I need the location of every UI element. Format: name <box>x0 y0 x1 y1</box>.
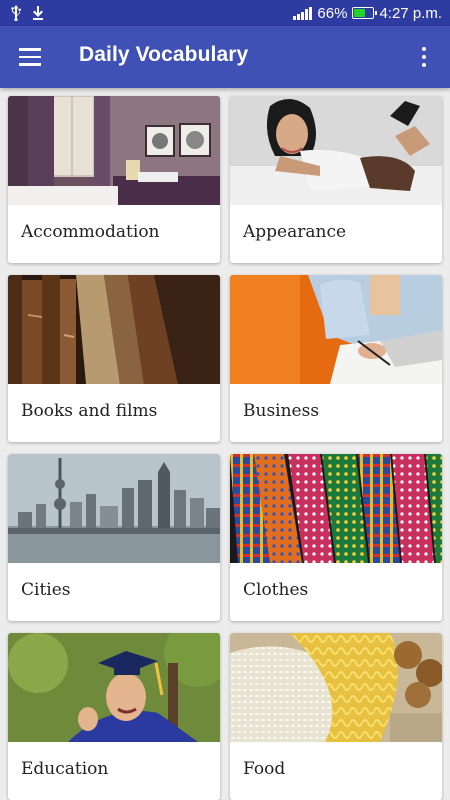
card-label: Cities <box>21 580 71 600</box>
download-icon <box>33 6 43 20</box>
businessman-writing-photo <box>230 275 442 384</box>
app-title: Daily Vocabulary <box>79 43 249 66</box>
woman-portrait-photo <box>230 96 442 205</box>
old-books-photo <box>8 275 220 384</box>
status-left-icons <box>10 4 44 22</box>
battery-percent: 66% <box>317 4 348 22</box>
hotel-room-photo <box>8 96 220 205</box>
category-card-food[interactable]: Food <box>230 633 442 800</box>
city-skyline-photo <box>8 454 220 563</box>
card-label: Books and films <box>21 401 158 421</box>
hamburger-menu-icon[interactable] <box>10 37 50 77</box>
graduate-photo <box>8 633 220 742</box>
signal-icon <box>293 6 313 20</box>
pasta-rice-photo <box>230 633 442 742</box>
status-bar: 66% 4:27 p.m. <box>0 0 450 26</box>
card-label: Education <box>21 759 109 779</box>
neckties-photo <box>230 454 442 563</box>
battery-icon <box>352 7 378 19</box>
category-card-accommodation[interactable]: Accommodation <box>8 96 220 263</box>
app-bar: Daily Vocabulary <box>0 26 450 88</box>
category-card-cities[interactable]: Cities <box>8 454 220 621</box>
usb-icon <box>11 5 21 21</box>
clock: 4:27 p.m. <box>379 4 442 22</box>
category-card-education[interactable]: Education <box>8 633 220 800</box>
card-label: Food <box>243 759 286 779</box>
status-right: 66% 4:27 p.m. <box>293 3 442 23</box>
card-label: Accommodation <box>21 222 160 242</box>
category-card-books-and-films[interactable]: Books and films <box>8 275 220 442</box>
card-label: Business <box>243 401 320 421</box>
card-label: Appearance <box>243 222 347 242</box>
category-card-business[interactable]: Business <box>230 275 442 442</box>
category-card-appearance[interactable]: Appearance <box>230 96 442 263</box>
category-card-clothes[interactable]: Clothes <box>230 454 442 621</box>
card-label: Clothes <box>243 580 309 600</box>
more-vert-icon[interactable] <box>408 37 440 77</box>
